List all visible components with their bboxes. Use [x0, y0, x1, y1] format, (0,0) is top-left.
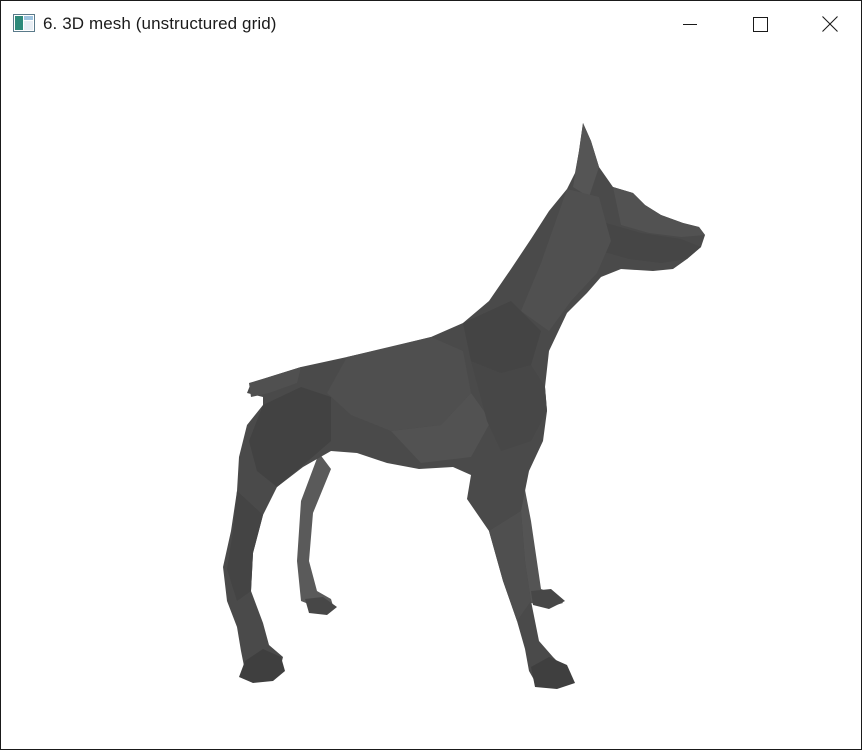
maximize-icon — [752, 16, 768, 32]
app-window: 6. 3D mesh (unstructured grid) — [0, 0, 862, 750]
minimize-button[interactable] — [655, 1, 725, 47]
app-window-icon — [13, 14, 35, 32]
close-icon — [821, 15, 839, 33]
minimize-icon — [682, 16, 698, 32]
dog-mesh — [223, 123, 705, 689]
render-viewport[interactable] — [1, 47, 861, 749]
close-button[interactable] — [795, 1, 861, 47]
mesh-canvas[interactable] — [1, 47, 861, 749]
window-title: 6. 3D mesh (unstructured grid) — [43, 14, 277, 33]
maximize-button[interactable] — [725, 1, 795, 47]
title-bar[interactable]: 6. 3D mesh (unstructured grid) — [1, 1, 861, 47]
